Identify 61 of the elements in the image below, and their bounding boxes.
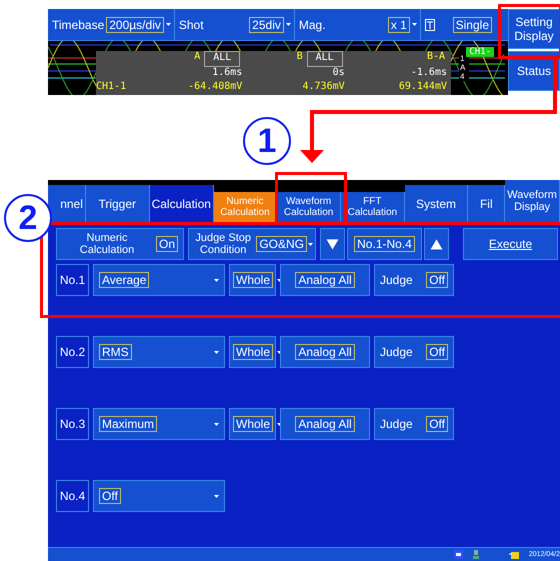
up-arrow-button[interactable] [424, 228, 449, 260]
time-reading: 0s [332, 67, 346, 80]
function-dropdown[interactable]: Average [93, 264, 225, 296]
caret-icon [214, 494, 219, 498]
function-dropdown[interactable]: RMS [93, 336, 225, 368]
cursor-label: B [296, 51, 303, 64]
scale-marker: 1A4 [459, 55, 469, 82]
channel-button[interactable]: Analog All [280, 336, 370, 368]
calc-number: No.3 [56, 408, 89, 440]
time-reading: -1.6ms [410, 67, 448, 80]
numeric-calculation-toggle[interactable]: Numeric Calculation On [56, 228, 184, 260]
channel-tag: CH1- [466, 47, 494, 57]
caret-icon [214, 422, 219, 426]
cursor-range[interactable]: ALL [204, 51, 240, 67]
storage-icon [454, 550, 463, 559]
callout-number: 1 [243, 117, 291, 165]
caret-icon [308, 242, 313, 246]
channel-button[interactable]: Analog All [280, 408, 370, 440]
highlight-frame [498, 4, 560, 59]
caret-icon [286, 23, 291, 26]
judge-button[interactable]: Judge Off [374, 336, 454, 368]
channel-label: CH1-1 [96, 81, 128, 94]
judge-button[interactable]: Judge Off [374, 264, 454, 296]
callout-number: 2 [4, 194, 52, 242]
tab[interactable]: Fil [468, 185, 506, 222]
tab[interactable]: Calculation [150, 185, 214, 222]
power-plug-icon [508, 550, 519, 559]
tab[interactable]: System [404, 185, 468, 222]
shot-dropdown[interactable]: Shot 25div [178, 9, 295, 40]
display-button[interactable]: Waveform Display [505, 180, 560, 222]
trigger-icon[interactable] [424, 18, 435, 30]
cursor-range[interactable]: ALL [306, 51, 343, 67]
cursor-label: B-A [426, 51, 445, 64]
function-dropdown[interactable]: Off [93, 480, 225, 512]
calc-number: No.2 [56, 336, 89, 368]
tab[interactable]: Trigger [86, 185, 150, 222]
time-reading: 1.6ms [211, 67, 244, 80]
value-reading: 69.144mV [398, 81, 448, 94]
value-reading: -64.408mV [187, 81, 244, 94]
function-dropdown[interactable]: Maximum [93, 408, 225, 440]
channel-button[interactable]: Analog All [280, 264, 370, 296]
timebase-dropdown[interactable]: Timebase 200µs/div [52, 9, 175, 40]
caret-icon [214, 350, 219, 354]
cursor-label: A [194, 51, 200, 64]
value-reading: 4.736mV [302, 81, 346, 94]
mode-dropdown[interactable]: Single [452, 16, 492, 32]
execute-button[interactable]: Execute [463, 228, 558, 260]
mag-dropdown[interactable]: Mag. x 1 [298, 9, 421, 40]
calc-number: No.1 [56, 264, 89, 296]
caret-icon [412, 23, 417, 26]
caret-icon [214, 278, 219, 282]
tab[interactable]: FFT Calculation [340, 192, 405, 222]
tab[interactable]: nnel [48, 185, 86, 222]
down-arrow-button[interactable] [320, 228, 345, 260]
tab[interactable]: Waveform Calculation [277, 192, 341, 222]
side-button[interactable]: Setting Display [508, 9, 560, 49]
range-display: No.1-No.4 [347, 228, 422, 260]
network-icon [472, 550, 479, 559]
caret-icon [166, 23, 171, 26]
calc-number: No.4 [56, 480, 89, 512]
judge-button[interactable]: Judge Off [374, 408, 454, 440]
